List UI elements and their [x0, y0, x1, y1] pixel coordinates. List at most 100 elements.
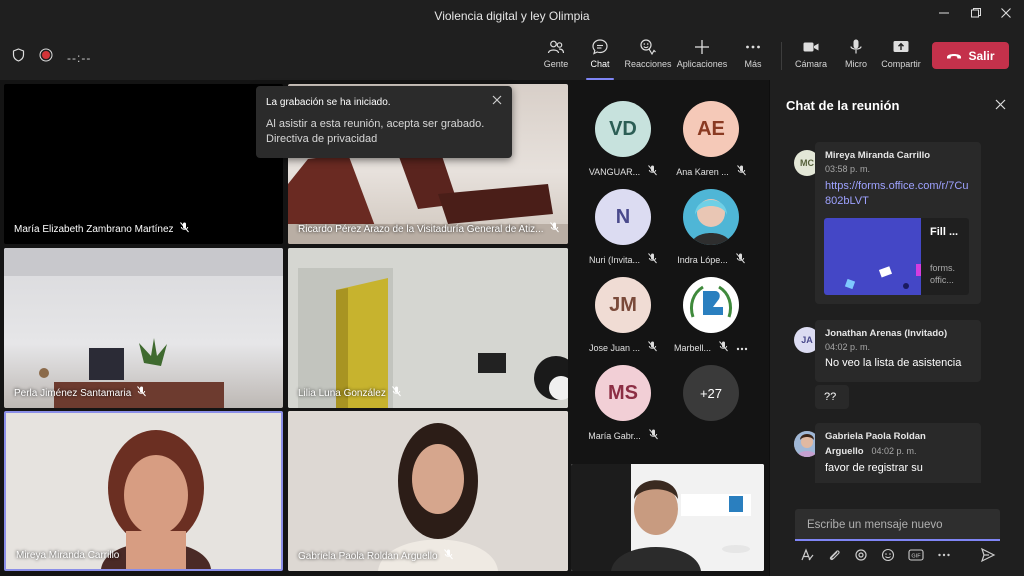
participant-avatar[interactable]: N Nuri (Invita...: [580, 189, 666, 266]
video-tile[interactable]: Gabriela Paola Roldan Arguello: [288, 411, 568, 571]
leave-button[interactable]: Salir: [932, 42, 1009, 69]
video-tile[interactable]: Perla Jiménez Santamaria: [4, 248, 283, 408]
attach-icon[interactable]: [827, 548, 841, 567]
format-icon[interactable]: [800, 548, 814, 567]
restore-icon[interactable]: [964, 4, 988, 26]
participant-name: Jose Juan ...: [588, 342, 641, 353]
mic-off-icon: [736, 165, 746, 178]
chat-message: ??: [815, 385, 849, 409]
reactions-label: Reacciones: [624, 59, 672, 69]
more-options-icon[interactable]: [937, 548, 951, 567]
gif-icon[interactable]: GIF: [908, 548, 924, 567]
shield-icon[interactable]: [12, 48, 25, 67]
close-icon[interactable]: [492, 95, 502, 108]
participant-name: María Elizabeth Zambrano Martínez: [14, 223, 174, 235]
message-author: Mireya Miranda Carrillo: [825, 150, 931, 161]
message-author: Jonathan Arenas (Invitado): [825, 328, 948, 339]
link-preview-source: forms. offic...: [930, 263, 956, 285]
chat-icon: [592, 39, 608, 55]
message-text: ??: [824, 391, 837, 403]
link-preview-image: [824, 218, 921, 295]
more-label: Más: [744, 59, 762, 69]
avatar: N: [595, 189, 651, 245]
microphone-icon: [850, 39, 862, 54]
participant-avatar[interactable]: AE Ana Karen ...: [668, 101, 754, 178]
mic-off-icon: [648, 341, 657, 354]
avatar: JM: [595, 277, 651, 333]
privacy-policy-link[interactable]: Directiva de privacidad: [266, 132, 502, 147]
camera-icon: [803, 42, 819, 52]
more-participants-button[interactable]: +27: [668, 365, 754, 421]
hang-up-icon: [947, 53, 962, 58]
chat-message: Mireya Miranda Carrillo 03:58 p. m. http…: [815, 142, 981, 304]
participant-avatar[interactable]: JM Jose Juan ...: [580, 277, 666, 354]
more-options-icon[interactable]: [736, 343, 748, 353]
participant-avatar[interactable]: MS María Gabr...: [580, 365, 666, 442]
participant-video-image: [288, 411, 568, 571]
video-tile[interactable]: Lilia Luna González: [288, 248, 568, 408]
apps-button[interactable]: Aplicaciones: [674, 38, 730, 69]
self-video-preview[interactable]: [571, 464, 764, 571]
participant-name-label: Lilia Luna González: [298, 386, 401, 400]
chat-label: Chat: [590, 59, 610, 69]
share-button[interactable]: Compartir: [873, 38, 929, 69]
mic-off-icon: [179, 222, 189, 236]
video-tile[interactable]: María Elizabeth Zambrano Martínez: [4, 84, 283, 244]
plus-icon: [695, 40, 709, 54]
apps-label: Aplicaciones: [676, 59, 728, 69]
meeting-chat-panel: Chat de la reunión MC Mireya Miranda Car…: [769, 80, 1024, 576]
participant-avatar[interactable]: VD VANGUAR...: [580, 101, 666, 178]
mic-off-icon: [719, 341, 728, 354]
toolbar-divider: [781, 42, 782, 70]
message-time: 03:58 p. m.: [825, 164, 871, 174]
more-button[interactable]: Más: [725, 38, 781, 69]
participant-name-label: Ricardo Pérez Arazo de la Visitaduría Ge…: [298, 222, 559, 236]
message-link[interactable]: https://forms.office.com/r/7Cu802bLVT: [825, 179, 971, 209]
participant-name: Lilia Luna González: [298, 387, 386, 399]
compose-toolbar: GIF: [800, 548, 951, 567]
svg-text:GIF: GIF: [911, 554, 921, 560]
people-label: Gente: [543, 59, 569, 69]
participant-name: Nuri (Invita...: [588, 254, 640, 265]
reactions-button[interactable]: Reacciones: [620, 38, 676, 69]
participant-name: Indra Lópe...: [677, 254, 728, 265]
message-time: 04:02 p. m.: [871, 446, 917, 456]
emoji-icon[interactable]: [881, 548, 895, 567]
recording-notification: La grabación se ha iniciado. Al asistir …: [256, 86, 512, 158]
mic-off-icon: [648, 429, 658, 442]
mic-off-icon: [648, 165, 658, 178]
recording-indicator-icon: [39, 48, 53, 67]
video-tile-active-speaker[interactable]: Mireya Miranda Carrillo: [4, 411, 283, 571]
participant-avatar[interactable]: Marbell...: [668, 277, 754, 354]
participant-name: Mireya Miranda Carrillo: [16, 550, 120, 561]
send-icon[interactable]: [980, 547, 996, 568]
participant-name-label: Perla Jiménez Santamaria: [14, 386, 147, 400]
participant-name: Perla Jiménez Santamaria: [14, 387, 132, 399]
participant-name: Gabriela Paola Roldan Arguello: [298, 550, 438, 562]
participant-name: VANGUAR...: [588, 166, 641, 177]
message-author-continued: Arguello: [825, 446, 864, 457]
message-compose-box[interactable]: Escribe un mensaje nuevo: [795, 509, 1000, 541]
leave-label: Salir: [968, 48, 995, 63]
participant-avatar[interactable]: Indra Lópe...: [668, 189, 754, 266]
chat-title: Chat de la reunión: [786, 98, 900, 113]
minimize-icon[interactable]: [932, 4, 956, 26]
mic-off-icon: [549, 222, 559, 236]
organization-logo-icon: [683, 277, 739, 333]
mic-off-icon: [391, 386, 401, 400]
loop-icon[interactable]: [854, 548, 868, 567]
participant-name: Ricardo Pérez Arazo de la Visitaduría Ge…: [298, 223, 544, 235]
message-time: 04:02 p. m.: [825, 342, 871, 352]
more-icon: [746, 45, 760, 49]
close-window-icon[interactable]: [994, 4, 1018, 26]
compose-placeholder: Escribe un mensaje nuevo: [807, 519, 943, 531]
avatar: MS: [595, 365, 651, 421]
mic-off-icon: [443, 549, 453, 563]
speaker-video-image: [6, 413, 281, 569]
close-icon[interactable]: [995, 97, 1006, 115]
avatar: AE: [683, 101, 739, 157]
avatar: VD: [595, 101, 651, 157]
gallery-scrollbar[interactable]: [763, 96, 766, 436]
link-preview-card[interactable]: Fill ... forms. offic...: [824, 218, 969, 295]
chat-message: Jonathan Arenas (Invitado) 04:02 p. m. N…: [815, 320, 981, 382]
